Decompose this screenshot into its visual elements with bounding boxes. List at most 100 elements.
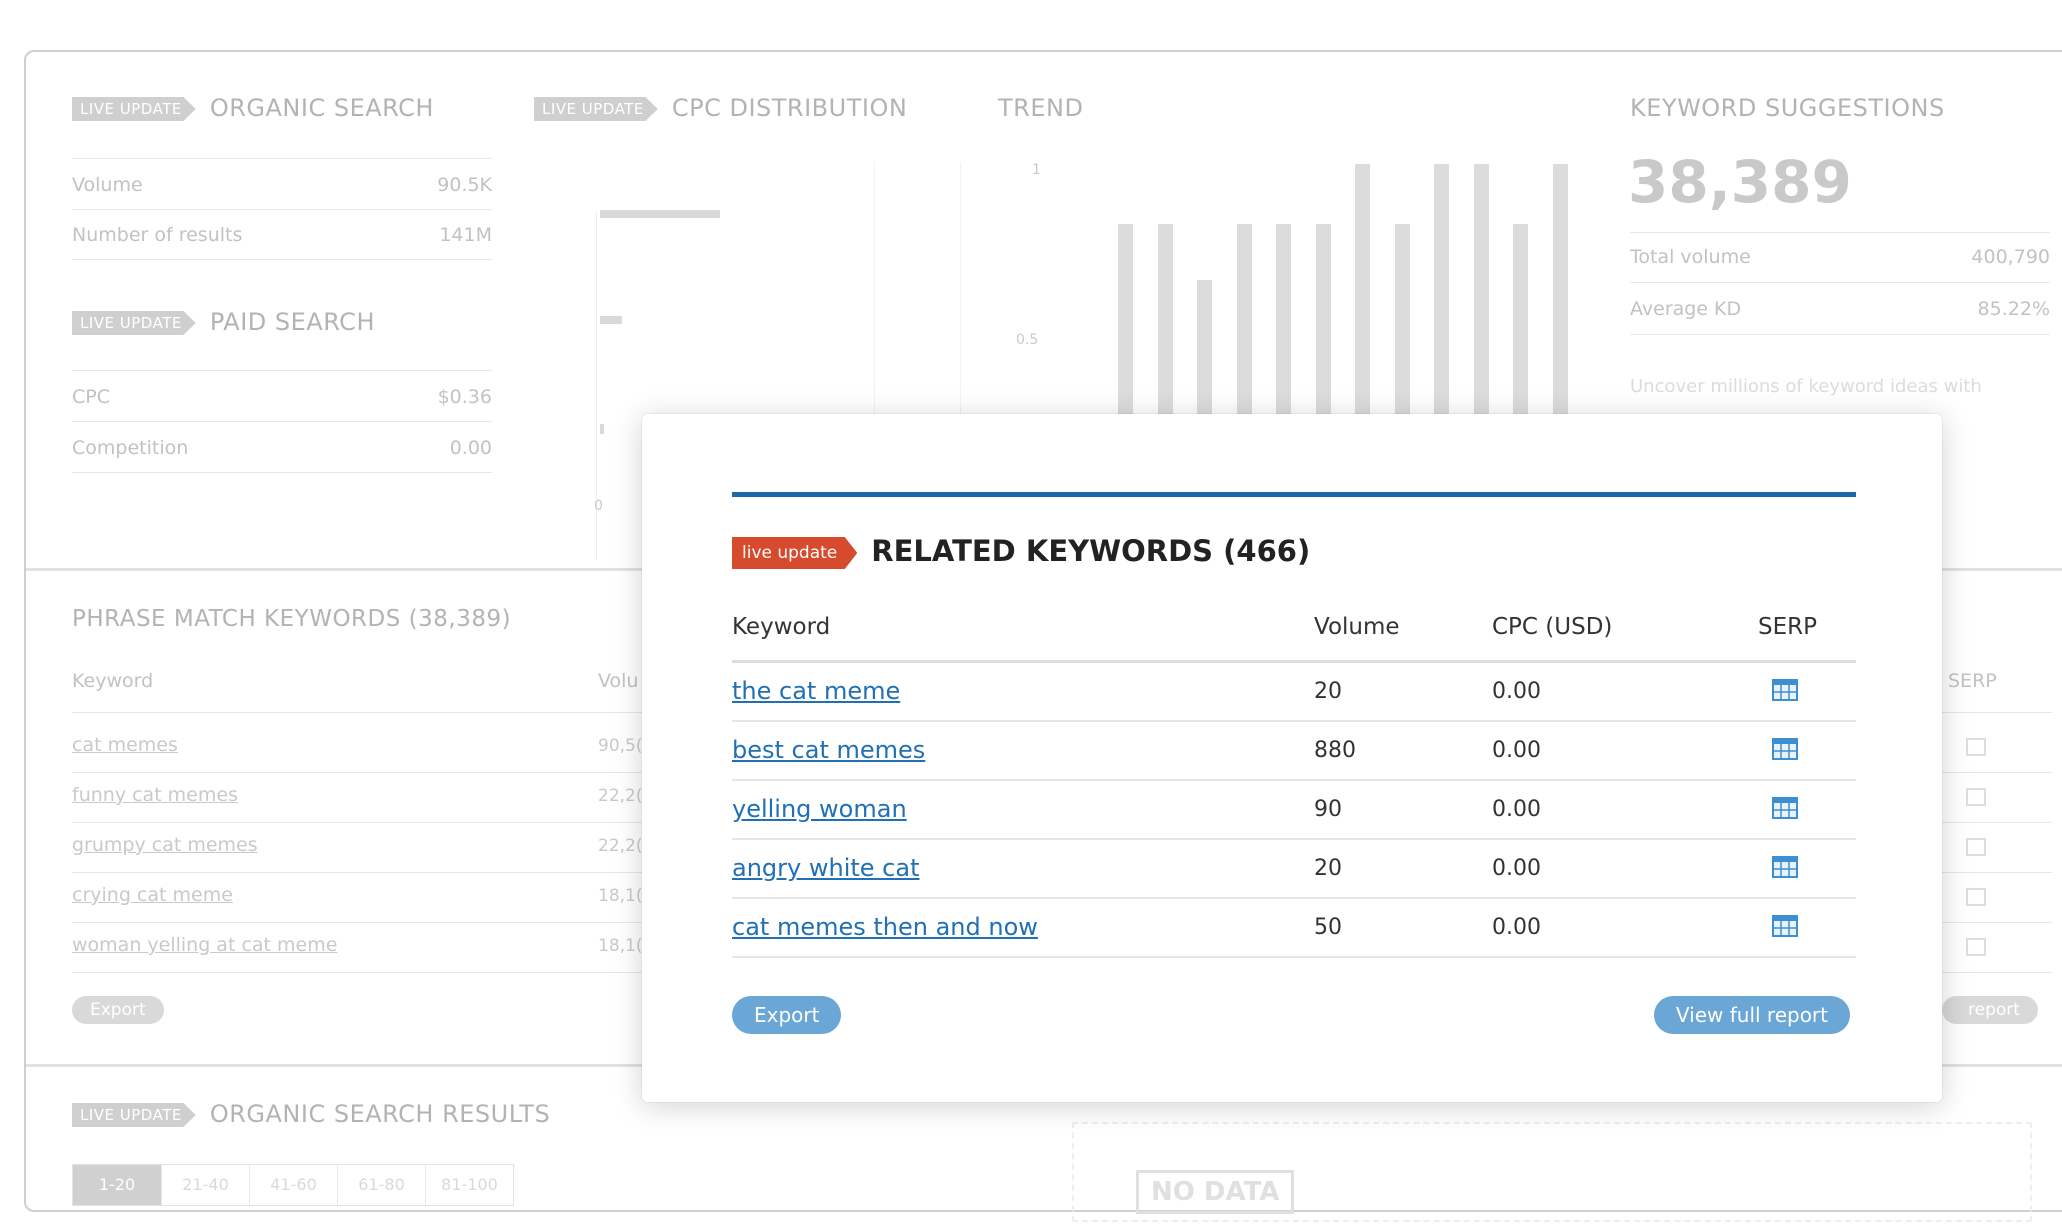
phrase-match-header: Keyword Volu (72, 670, 639, 692)
keyword-link[interactable]: best cat memes (732, 736, 925, 764)
trend-bar (1236, 224, 1252, 416)
keyword-volume: 50 (1314, 915, 1342, 940)
keyword-suggestions-note: Uncover millions of keyword ideas with (1630, 376, 1982, 397)
trend-bar (1315, 224, 1331, 416)
no-data-label: NO DATA (1136, 1170, 1295, 1214)
table-row: yelling woman 90 0.00 (732, 781, 1856, 840)
keyword-cpc: 0.00 (1492, 915, 1541, 940)
view-full-report-button[interactable]: View full report (1653, 996, 1850, 1034)
table-row: best cat memes 880 0.00 (732, 722, 1856, 781)
modal-accent-bar (732, 492, 1856, 497)
phrase-export-button[interactable]: Export (72, 996, 164, 1024)
serp-icon[interactable] (1966, 938, 1986, 956)
phrase-keyword-link[interactable]: woman yelling at cat meme (72, 934, 337, 956)
results-pagination: 1-20 21-40 41-60 61-80 81-100 (72, 1164, 514, 1206)
serp-icon[interactable] (1966, 788, 1986, 806)
keyword-cpc: 0.00 (1492, 738, 1541, 763)
trend-bar (1118, 224, 1133, 416)
column-header-volume[interactable]: Volume (1314, 614, 1400, 640)
organic-results-heading: live update ORGANIC SEARCH RESULTS (72, 1100, 550, 1128)
phrase-match-title: PHRASE MATCH KEYWORDS (38,389) (72, 606, 512, 632)
phrase-volume: 18,1( (598, 936, 643, 956)
competition-row: Competition 0.00 (72, 437, 492, 459)
serp-icon[interactable] (1772, 915, 1798, 937)
trend-axis-tick: 1 (1032, 162, 1041, 178)
trend-bar (1394, 224, 1410, 416)
cpc-distribution-heading: live update CPC DISTRIBUTION (534, 94, 907, 122)
trend-bar (1355, 164, 1370, 416)
trend-bar (1552, 164, 1568, 416)
organic-volume-row: Volume 90.5K (72, 174, 492, 196)
serp-icon[interactable] (1966, 888, 1986, 906)
live-update-tag: live update (72, 1103, 196, 1127)
keyword-volume: 880 (1314, 738, 1356, 763)
page-button[interactable]: 41-60 (249, 1165, 337, 1205)
keyword-link[interactable]: yelling woman (732, 795, 907, 823)
serp-icon[interactable] (1966, 838, 1986, 856)
cpc-axis-tick: 0 (594, 498, 603, 514)
phrase-keyword-link[interactable]: grumpy cat memes (72, 834, 258, 856)
organic-results-title: ORGANIC SEARCH RESULTS (209, 1100, 551, 1128)
modal-heading: live update RELATED KEYWORDS (466) (732, 534, 1310, 569)
page-button[interactable]: 21-40 (161, 1165, 249, 1205)
related-keywords-modal: live update RELATED KEYWORDS (466) Keywor… (642, 414, 1942, 1102)
cpc-bar (600, 316, 622, 324)
keyword-volume: 20 (1314, 856, 1342, 881)
modal-title: RELATED KEYWORDS (466) (871, 534, 1311, 568)
page-button[interactable]: 1-20 (73, 1165, 161, 1205)
phrase-match-serp-header: SERP (1948, 670, 1997, 692)
phrase-report-button[interactable]: report (1942, 996, 2038, 1024)
serp-icon[interactable] (1772, 797, 1798, 819)
keyword-cpc: 0.00 (1492, 797, 1541, 822)
trend-bar (1473, 164, 1489, 416)
table-row: cat memes then and now 50 0.00 (732, 899, 1856, 958)
keyword-cpc: 0.00 (1492, 856, 1541, 881)
phrase-keyword-link[interactable]: funny cat memes (72, 784, 238, 806)
page-button[interactable]: 61-80 (337, 1165, 425, 1205)
column-header-serp: SERP (1758, 614, 1817, 640)
phrase-keyword-link[interactable]: cat memes (72, 734, 178, 756)
phrase-volume: 90,5( (598, 736, 643, 756)
trend-axis-tick: 0.5 (1016, 332, 1039, 348)
serp-icon[interactable] (1966, 738, 1986, 756)
trend-bar (1434, 164, 1449, 416)
phrase-volume: 18,1( (598, 886, 643, 906)
table-row: the cat meme 20 0.00 (732, 663, 1856, 722)
serp-icon[interactable] (1772, 679, 1798, 701)
organic-results-row: Number of results 141M (72, 224, 492, 246)
export-button[interactable]: Export (732, 996, 842, 1034)
phrase-volume: 22,2( (598, 836, 643, 856)
organic-search-title: ORGANIC SEARCH (209, 94, 434, 122)
trend-bar (1157, 224, 1173, 416)
keyword-volume: 90 (1314, 797, 1342, 822)
cpc-bar (600, 424, 604, 434)
cpc-distribution-title: CPC DISTRIBUTION (671, 94, 908, 122)
column-header-cpc[interactable]: CPC (USD) (1492, 614, 1612, 640)
average-kd-row: Average KD 85.22% (1630, 298, 2050, 320)
cpc-bar (600, 210, 720, 218)
phrase-keyword-link[interactable]: crying cat meme (72, 884, 233, 906)
organic-search-heading: live update ORGANIC SEARCH (72, 94, 434, 122)
live-update-tag: live update (72, 311, 196, 335)
phrase-volume: 22,2( (598, 786, 643, 806)
total-volume-row: Total volume 400,790 (1630, 246, 2050, 268)
keyword-link[interactable]: angry white cat (732, 854, 919, 882)
column-header-keyword[interactable]: Keyword (732, 614, 830, 640)
paid-search-title: PAID SEARCH (209, 308, 375, 336)
live-update-tag: live update (732, 537, 858, 569)
keyword-link[interactable]: the cat meme (732, 677, 900, 705)
trend-bar (1197, 279, 1212, 416)
page-button[interactable]: 81-100 (425, 1165, 513, 1205)
keyword-cpc: 0.00 (1492, 679, 1541, 704)
keyword-suggestions-heading: KEYWORD SUGGESTIONS (1630, 94, 1945, 122)
paid-search-heading: live update PAID SEARCH (72, 308, 375, 336)
serp-icon[interactable] (1772, 738, 1798, 760)
keyword-volume: 20 (1314, 679, 1342, 704)
live-update-tag: live update (72, 97, 196, 121)
trend-bar (1513, 224, 1528, 416)
serp-icon[interactable] (1772, 856, 1798, 878)
cpc-row: CPC $0.36 (72, 386, 492, 408)
no-data-panel: NO DATA (1072, 1122, 2032, 1222)
keyword-link[interactable]: cat memes then and now (732, 913, 1038, 941)
trend-heading: TREND (998, 94, 1084, 122)
